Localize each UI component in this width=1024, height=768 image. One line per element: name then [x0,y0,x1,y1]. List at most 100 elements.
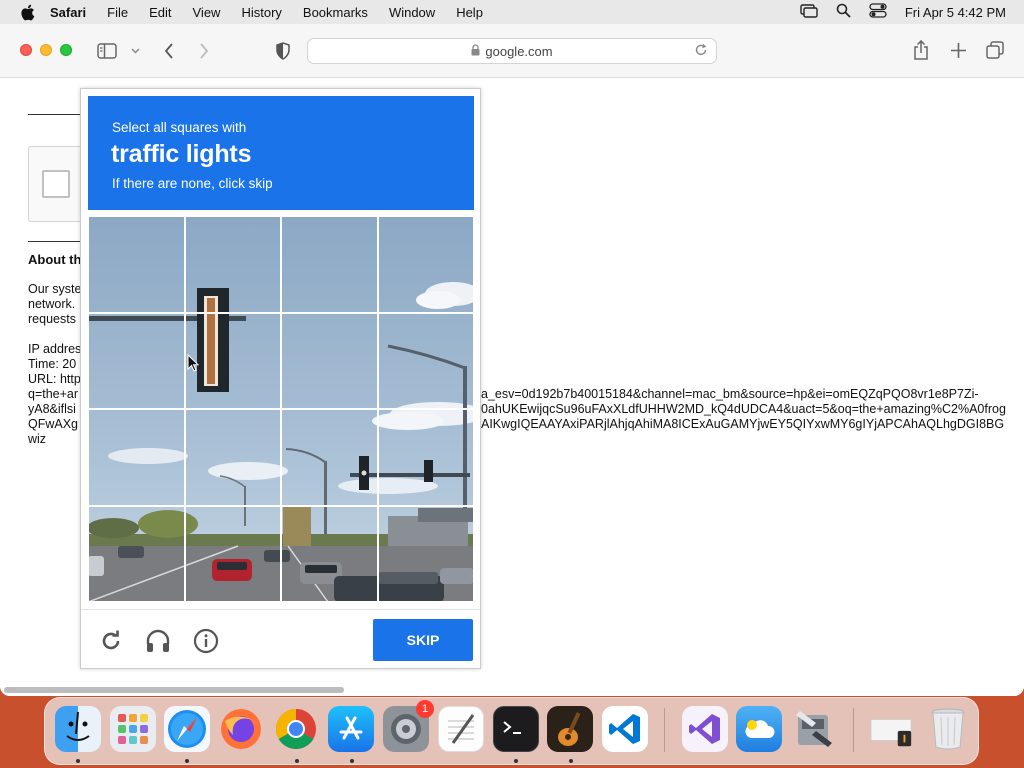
dock-trash-icon[interactable] [925,706,971,752]
captcha-image-grid [88,216,474,602]
mouse-cursor-icon [187,354,199,372]
dock-chrome-icon[interactable] [273,706,319,752]
dock-vscode-icon[interactable] [602,706,648,752]
url-line: q=the+ar [28,387,79,401]
captcha-tile[interactable] [88,409,185,506]
address-text: google.com [485,43,553,59]
captcha-tile[interactable] [184,216,281,313]
captcha-tile[interactable] [88,216,185,313]
info-icon[interactable] [192,627,220,655]
url-line-continued: a_esv=0d192b7b40015184&channel=mac_bm&so… [481,387,979,401]
tab-overview-icon[interactable] [985,40,1005,60]
menu-clock[interactable]: Fri Apr 5 4:42 PM [905,5,1006,20]
dock-visual-studio-icon[interactable] [682,706,728,752]
captcha-tile[interactable] [281,312,378,409]
menu-history[interactable]: History [241,5,281,20]
url-line-continued: AIKwgIQEAAYAxiPARjlAhjqAhiMA8ICExAuGAMYj… [481,417,1005,431]
horizontal-scrollbar[interactable] [4,687,344,693]
dock-separator [853,708,854,752]
url-line: wiz [28,432,47,446]
menu-app-name[interactable]: Safari [50,5,86,20]
back-button-icon[interactable] [160,41,178,61]
recaptcha-checkbox-card [28,146,88,222]
forward-button-icon[interactable] [195,41,213,61]
dock-textedit-icon[interactable] [438,706,484,752]
captcha-tile[interactable] [377,216,474,313]
captcha-tile[interactable] [281,216,378,313]
captcha-tile[interactable] [184,409,281,506]
captcha-target-object: traffic lights [111,140,252,168]
apple-menu-icon[interactable] [18,3,36,21]
about-text-line: requests [28,312,76,326]
zoom-window-button[interactable] [60,44,72,56]
spotlight-search-icon[interactable] [836,3,851,21]
address-bar[interactable]: google.com [307,38,717,64]
captcha-tile[interactable] [281,409,378,506]
menu-help[interactable]: Help [456,5,483,20]
notification-badge: 1 [416,700,434,718]
about-text-line: Our syste [28,282,82,296]
captcha-tile[interactable] [281,505,378,602]
chevron-down-icon[interactable] [129,44,141,58]
recaptcha-checkbox[interactable] [42,170,70,198]
captcha-instruction-line: Select all squares with [112,120,247,135]
dock-running-indicator [514,759,518,763]
close-window-button[interactable] [20,44,32,56]
browser-window: google.com About th Our syste network. r… [0,24,1024,696]
new-tab-icon[interactable] [948,40,968,60]
sidebar-toggle-icon[interactable] [96,41,118,61]
menu-bookmarks[interactable]: Bookmarks [303,5,368,20]
url-line: yA8&iflsi [28,402,76,416]
dock-garageband-icon[interactable] [547,706,593,752]
browser-toolbar: google.com [0,24,1024,78]
about-text-line: network. [28,297,76,311]
dock: 1 [44,697,979,765]
menu-file[interactable]: File [107,5,128,20]
menu-bar: Safari File Edit View History Bookmarks … [0,0,1024,24]
privacy-shield-icon[interactable] [273,40,293,62]
about-heading: About th [28,252,82,267]
time-label: Time: 20 [28,357,77,371]
dock-firefox-icon[interactable] [218,706,264,752]
captcha-tile[interactable] [377,505,474,602]
captcha-skip-hint: If there are none, click skip [112,176,273,191]
dock-safari-icon[interactable] [164,706,210,752]
dock-terminal-icon[interactable] [493,706,539,752]
dock-app-store-icon[interactable] [328,706,374,752]
captcha-instructions: Select all squares with traffic lights I… [88,96,474,210]
captcha-tile[interactable] [88,505,185,602]
control-center-icon[interactable] [869,3,887,21]
minimize-window-button[interactable] [40,44,52,56]
audio-icon[interactable] [144,627,172,655]
captcha-tile[interactable] [377,409,474,506]
url-line: QFwAXg [28,417,79,431]
captcha-tile[interactable] [377,312,474,409]
menu-view[interactable]: View [193,5,221,20]
dock-downloads-stack-icon[interactable] [869,706,915,752]
dock-running-indicator [185,759,189,763]
dock-running-indicator [295,759,299,763]
ip-address-label: IP addres [28,342,82,356]
url-label: URL: http [28,372,81,386]
dock-running-indicator [76,759,80,763]
skip-button[interactable]: SKIP [373,619,473,661]
share-icon[interactable] [911,39,931,61]
dock-launchpad-icon[interactable] [110,706,156,752]
captcha-challenge-dialog: Select all squares with traffic lights I… [80,88,481,669]
dock-migration-assistant-icon[interactable] [791,706,837,752]
menu-edit[interactable]: Edit [149,5,171,20]
reload-icon[interactable] [97,627,125,655]
screen-mirroring-icon[interactable] [800,3,818,21]
divider-bottom [28,241,88,242]
dock-icloud-icon[interactable] [736,706,782,752]
dock-separator [664,708,665,752]
captcha-tile[interactable] [88,312,185,409]
reload-page-icon[interactable] [694,43,708,60]
dock-finder-icon[interactable] [55,706,101,752]
dock-running-indicator [350,759,354,763]
divider-top [28,114,88,115]
captcha-footer-divider [81,609,480,610]
captcha-tile[interactable] [184,505,281,602]
menu-window[interactable]: Window [389,5,435,20]
url-line-continued: 0ahUKEwijqcSu96uFAxXLdfUHHW2MD_kQ4dUDCA4… [481,402,1006,416]
